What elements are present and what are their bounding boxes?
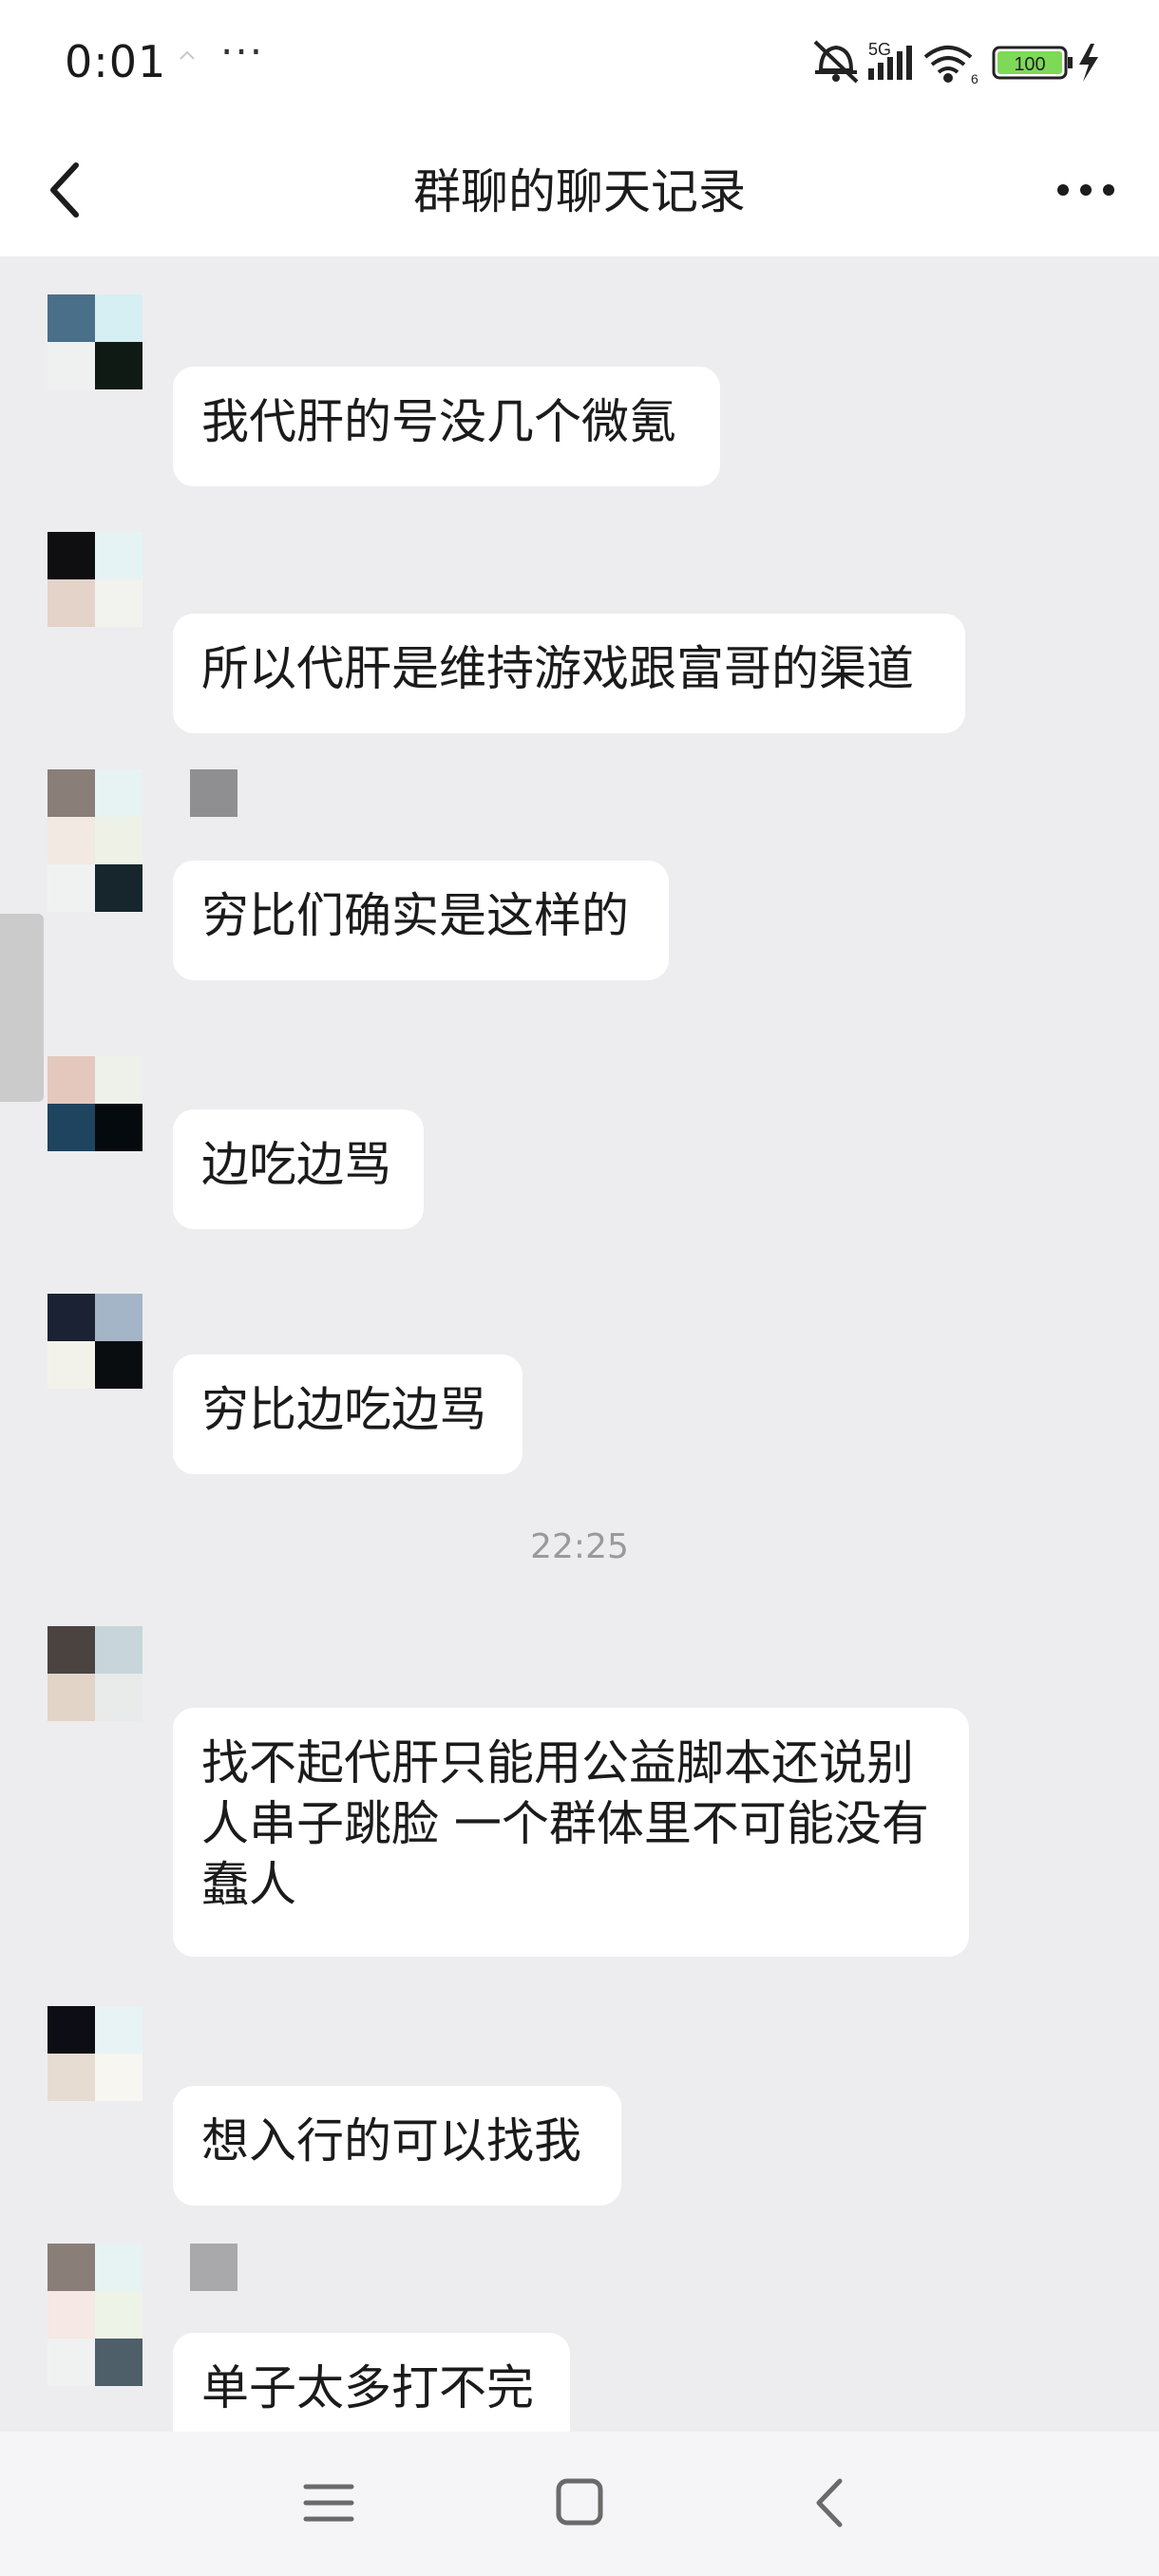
status-time: 0:01: [65, 36, 167, 87]
menu-icon: [303, 2484, 354, 2522]
network-type-label: 5G: [868, 40, 891, 59]
system-nav-bar: [0, 2432, 1159, 2576]
sender-name: [190, 2244, 238, 2291]
avatar[interactable]: [48, 532, 142, 627]
status-bar: 0:01 ··· 5G 6 100: [0, 0, 1159, 123]
menu-button[interactable]: [291, 2470, 367, 2536]
sender-name: [190, 769, 238, 817]
back-triangle-icon: [816, 2478, 843, 2528]
avatar[interactable]: [48, 769, 142, 912]
notification-icon: [180, 50, 195, 60]
home-button[interactable]: [542, 2470, 618, 2536]
time-divider: 22:25: [530, 1527, 629, 1566]
svg-text:6: 6: [971, 71, 978, 86]
message-bubble[interactable]: 穷比们确实是这样的: [173, 861, 669, 980]
message-bubble[interactable]: 穷比边吃边骂: [173, 1354, 522, 1474]
nav-bar: 群聊的聊天记录: [0, 123, 1159, 256]
more-notifications-indicator: ···: [220, 28, 265, 75]
system-back-button[interactable]: [792, 2470, 868, 2536]
avatar[interactable]: [48, 1056, 142, 1151]
home-square-icon: [556, 2478, 603, 2526]
avatar[interactable]: [48, 294, 142, 389]
avatar[interactable]: [48, 2244, 142, 2386]
mute-bell-icon: [813, 40, 859, 84]
wifi-icon: [923, 46, 973, 83]
charging-icon: [1079, 44, 1098, 82]
side-handle[interactable]: [0, 914, 44, 1102]
avatar[interactable]: [48, 1626, 142, 1721]
message-bubble[interactable]: 所以代肝是维持游戏跟富哥的渠道: [173, 614, 965, 733]
message-bubble[interactable]: 我代肝的号没几个微氪: [173, 367, 720, 486]
message-bubble[interactable]: 想入行的可以找我: [173, 2086, 621, 2206]
avatar[interactable]: [48, 1294, 142, 1389]
message-bubble[interactable]: 边吃边骂: [173, 1109, 424, 1229]
battery-level: 100: [1014, 54, 1045, 75]
avatar[interactable]: [48, 2006, 142, 2101]
more-dots-icon: [1057, 184, 1114, 196]
battery-icon: 100: [992, 46, 1073, 80]
page-title: 群聊的聊天记录: [413, 164, 746, 219]
status-icons: 5G 6 100: [808, 36, 1121, 87]
more-button[interactable]: [1053, 161, 1119, 218]
chat-history-page: 0:01 ··· 5G 6 100 群聊的聊天记录 我代肝的号没几个微氪 所以代…: [0, 0, 1159, 2576]
message-bubble[interactable]: 找不起代肝只能用公益脚本还说别人串子跳脸 一个群体里不可能没有蠢人: [173, 1708, 969, 1957]
